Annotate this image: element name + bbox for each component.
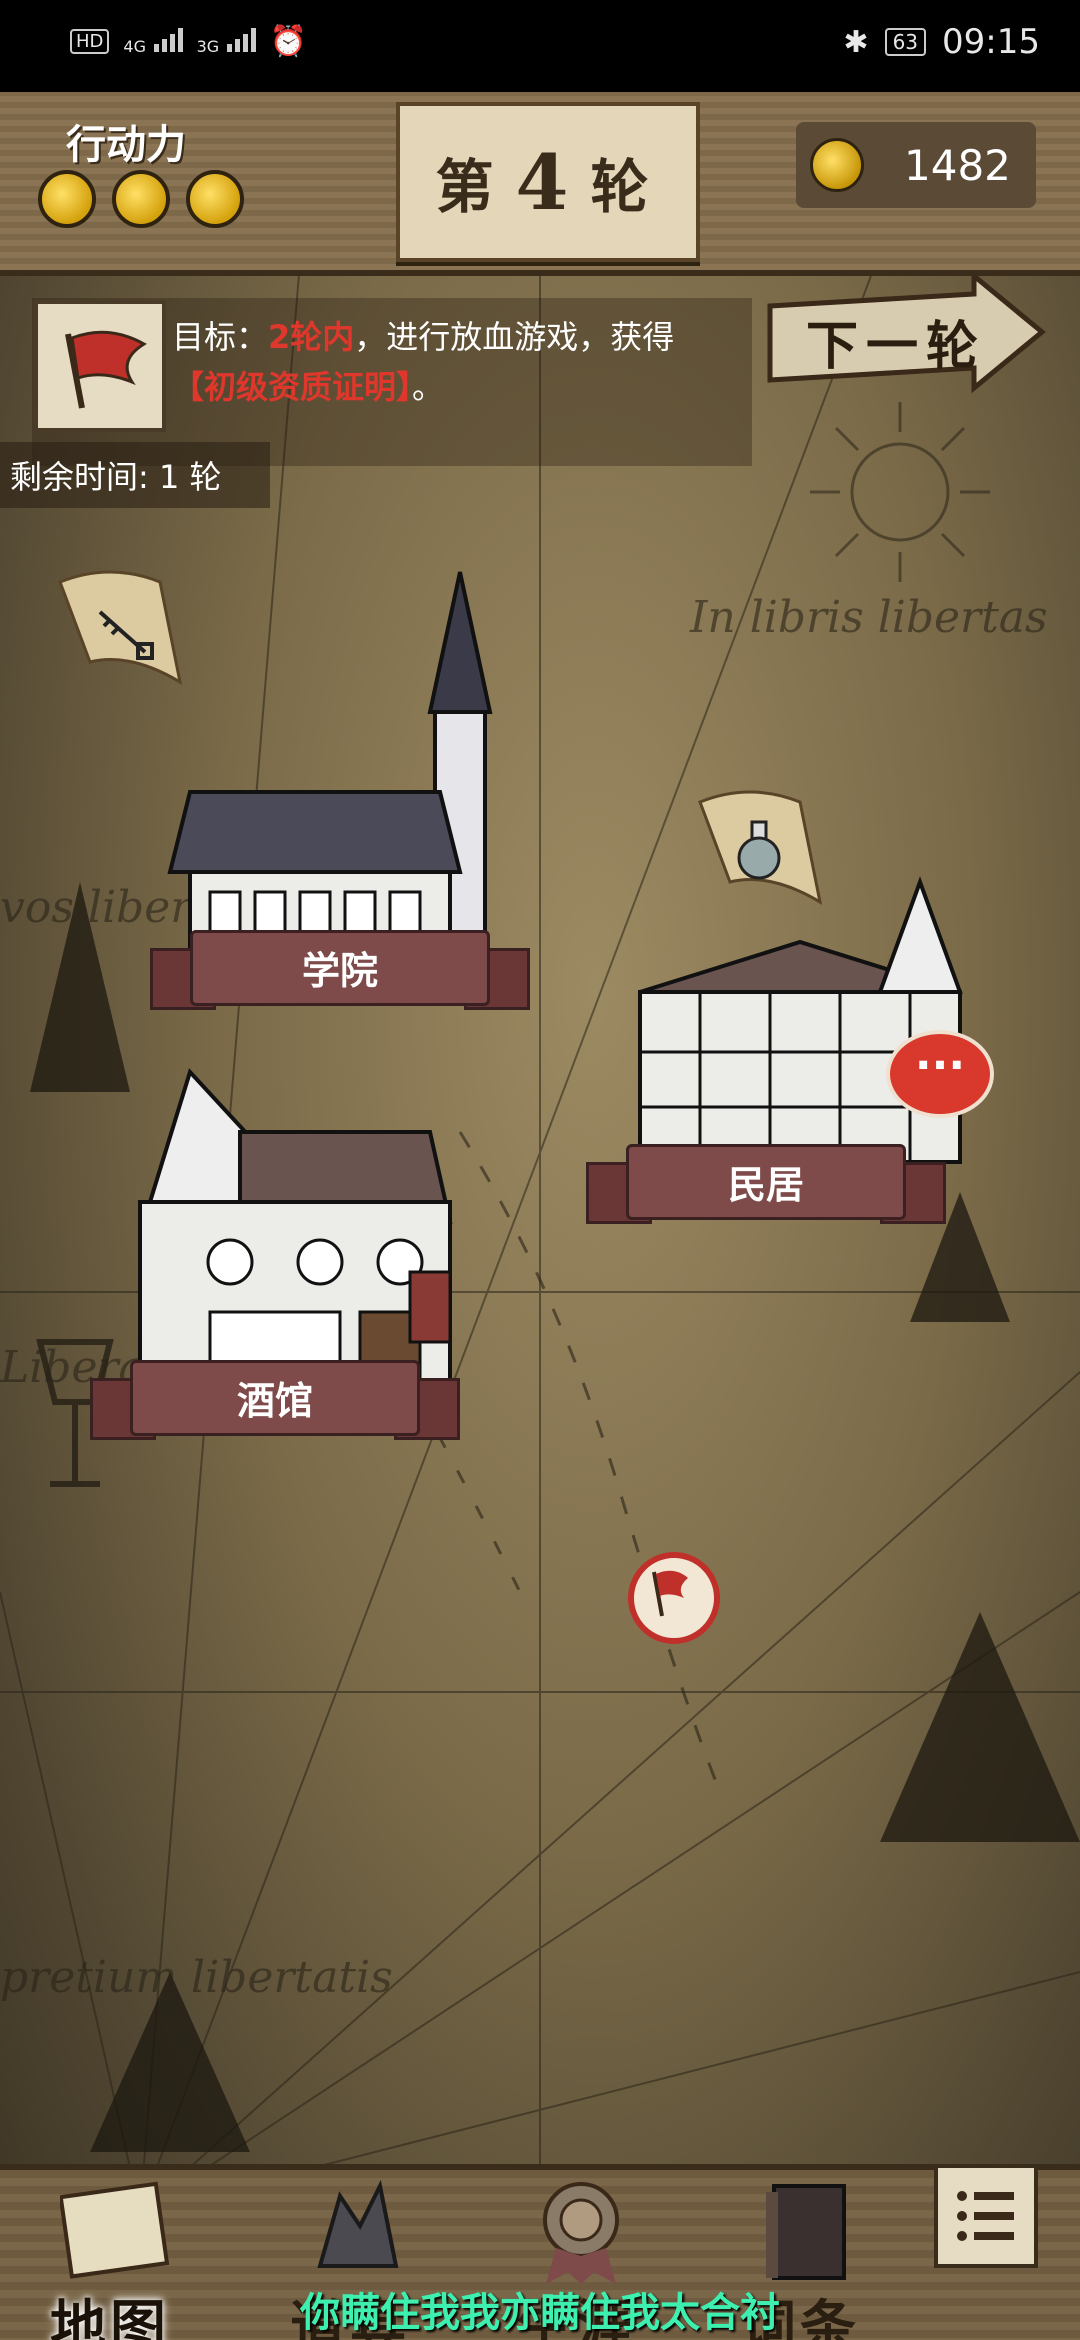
round-suffix: 轮 <box>590 153 661 221</box>
game-map-scene: In libris libertas vos libertas Liberamu… <box>0 92 1080 2340</box>
round-indicator: 第 4 轮 <box>396 102 700 262</box>
goal-text: 目标：2轮内，进行放血游戏，获得【初级资质证明】。 <box>172 312 742 412</box>
map-flag-marker-icon[interactable] <box>628 1552 720 1644</box>
goal-prefix: 目标： <box>172 318 269 356</box>
menu-list-button[interactable] <box>934 2164 1038 2268</box>
goal-panel: 目标：2轮内，进行放血游戏，获得【初级资质证明】。 <box>32 298 752 466</box>
sun-sketch <box>810 402 990 582</box>
subtitle-overlay: 你瞒住我我亦瞒住我太合衬 <box>300 2290 780 2336</box>
round-prefix: 第 <box>435 153 506 221</box>
battery-icon: 63 <box>884 28 927 56</box>
sim1-signal: 4G <box>123 26 183 58</box>
signal-icon <box>226 26 256 52</box>
status-bar: HD 4G 3G ⏰ ✱ 63 09:15 <box>0 0 1080 92</box>
goal-middle: ，进行放血游戏，获得 <box>354 318 675 356</box>
location-name: 酒馆 <box>236 1379 313 1423</box>
sim2-label: 3G <box>196 36 220 56</box>
gold-value: 1482 <box>904 140 1011 190</box>
gold-counter: 1482 <box>796 122 1036 208</box>
location-name: 学院 <box>301 949 378 993</box>
location-banner-residence[interactable]: 民居 <box>586 1144 946 1224</box>
list-icon <box>957 2191 1014 2241</box>
goal-suffix: 。 <box>412 368 445 406</box>
alarm-icon: ⏰ <box>269 24 308 59</box>
gold-coin-icon <box>810 138 864 192</box>
map-script-text: pretium libertatis <box>0 1952 393 2003</box>
action-point-coin-icon <box>112 170 170 228</box>
action-points-coins <box>38 170 244 228</box>
map-icon <box>60 2181 170 2279</box>
book-icon <box>766 2184 846 2280</box>
location-name: 民居 <box>727 1163 804 1207</box>
signal-icon <box>153 26 183 52</box>
career-medal-icon <box>543 2182 619 2284</box>
round-number: 4 <box>515 137 581 227</box>
next-round-label: 下一轮 <box>806 316 987 377</box>
items-icon <box>317 2179 399 2268</box>
remaining-time: 剩余时间: 1 轮 <box>0 442 270 508</box>
action-point-coin-icon <box>186 170 244 228</box>
tavern-building[interactable] <box>138 1068 453 1384</box>
residence-building[interactable] <box>638 876 963 1164</box>
potion-scroll-pin[interactable] <box>690 782 830 912</box>
clock: 09:15 <box>942 22 1040 62</box>
goal-item: 【初级资质证明】 <box>172 368 413 406</box>
top-hud-bar: 行动力 第 4 轮 1482 <box>0 92 1080 276</box>
next-round-button[interactable]: 下一轮 <box>764 270 1046 396</box>
goal-flag-icon[interactable] <box>34 300 166 432</box>
location-banner-tavern[interactable]: 酒馆 <box>90 1360 460 1440</box>
goal-rounds: 2轮内 <box>268 318 355 356</box>
chat-bubble-icon[interactable]: ··· <box>886 1030 994 1118</box>
action-points-label: 行动力 <box>66 122 186 168</box>
location-banner-academy[interactable]: 学院 <box>150 930 530 1010</box>
key-scroll-pin[interactable] <box>50 562 190 692</box>
map-script-text: In libris libertas <box>689 592 1048 643</box>
academy-building[interactable] <box>167 571 493 984</box>
hd-icon: HD <box>70 29 110 54</box>
sim1-label: 4G <box>123 36 146 56</box>
sim2-signal: 3G <box>197 26 256 58</box>
action-point-coin-icon <box>38 170 96 228</box>
bluetooth-icon: ✱ <box>843 24 869 60</box>
